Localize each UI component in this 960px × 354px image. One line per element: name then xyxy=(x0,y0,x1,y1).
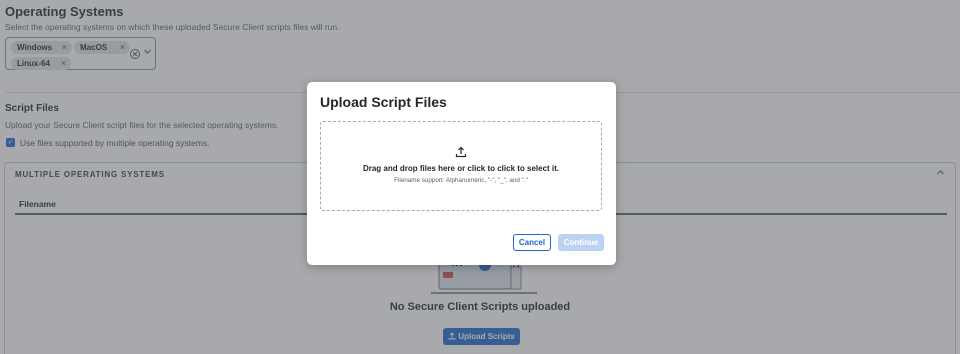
upload-script-files-dialog: Upload Script Files Drag and drop files … xyxy=(307,82,616,265)
cancel-button[interactable]: Cancel xyxy=(513,234,551,251)
continue-button[interactable]: Continue xyxy=(558,234,604,251)
dialog-title: Upload Script Files xyxy=(320,94,447,110)
upload-icon xyxy=(455,146,467,158)
dropzone-instructions: Drag and drop files here or click to cli… xyxy=(362,164,560,173)
file-dropzone[interactable]: Drag and drop files here or click to cli… xyxy=(320,121,602,211)
filename-support-hint: Filename support: Alphanumeric, "-", "_"… xyxy=(394,177,528,184)
